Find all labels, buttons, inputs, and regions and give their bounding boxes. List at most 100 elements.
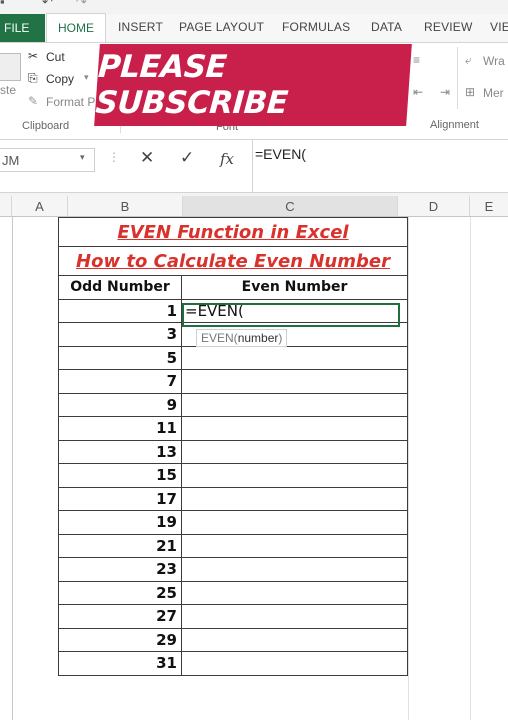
table-row: 31 — [58, 651, 408, 676]
even-number-cell[interactable] — [181, 580, 408, 605]
wrap-text-icon[interactable]: ⤶ — [465, 53, 472, 68]
cut-icon[interactable]: ✂ — [28, 49, 38, 63]
save-icon[interactable]: ▪ — [0, 0, 5, 9]
odd-number-cell[interactable]: 1 — [58, 298, 182, 323]
odd-number-cell[interactable]: 3 — [58, 322, 182, 347]
odd-number-cell[interactable]: 27 — [58, 604, 182, 629]
table-row: 21 — [58, 533, 408, 558]
gridline — [408, 217, 409, 720]
table-row: 23 — [58, 557, 408, 582]
paste-icon[interactable] — [0, 53, 21, 81]
wrap-text-button[interactable]: Wra — [483, 54, 505, 68]
alignment-group-label: Alignment — [430, 119, 479, 131]
paste-label[interactable]: ste — [0, 83, 16, 97]
column-header-b[interactable]: B — [68, 196, 183, 216]
odd-number-cell[interactable]: 25 — [58, 580, 182, 605]
clipboard-group-label: Clipboard — [22, 120, 70, 132]
even-number-cell[interactable]: =EVEN( — [181, 298, 408, 323]
ribbon-tab-bar: HOME INSERT PAGE LAYOUT FORMULAS DATA RE… — [0, 13, 508, 43]
subscribe-banner: PLEASE SUBSCRIBE — [94, 44, 412, 126]
odd-number-cell[interactable]: 21 — [58, 533, 182, 558]
odd-number-cell[interactable]: 19 — [58, 510, 182, 535]
sheet-title[interactable]: EVEN Function in Excel — [58, 217, 408, 247]
table-row: 11 — [58, 416, 408, 441]
worksheet[interactable]: EVEN Function in Excel How to Calculate … — [0, 217, 508, 720]
copy-dropdown-icon[interactable]: ▾ — [84, 72, 89, 83]
header-even-number[interactable]: Even Number — [181, 275, 408, 300]
enter-icon[interactable]: ✓ — [180, 148, 194, 168]
column-header-a[interactable]: A — [12, 196, 68, 216]
format-painter-icon[interactable]: ✎ — [28, 94, 38, 108]
copy-icon[interactable]: ⎘ — [28, 71, 38, 86]
header-odd-number[interactable]: Odd Number — [58, 275, 182, 300]
even-number-cell[interactable] — [181, 486, 408, 511]
table-row: 29 — [58, 627, 408, 652]
odd-number-cell[interactable]: 7 — [58, 369, 182, 394]
even-number-cell[interactable] — [181, 392, 408, 417]
tab-review[interactable]: REVIEW — [424, 20, 473, 34]
table-row: 1 =EVEN( — [58, 298, 408, 323]
odd-number-cell[interactable]: 23 — [58, 557, 182, 582]
format-painter-button[interactable]: Format P — [46, 95, 95, 109]
tooltip-close-paren: ) — [278, 331, 283, 345]
name-box-dropdown-icon[interactable]: ▾ — [80, 152, 85, 163]
even-number-cell[interactable] — [181, 627, 408, 652]
odd-number-cell[interactable]: 17 — [58, 486, 182, 511]
tab-insert[interactable]: INSERT — [118, 20, 163, 34]
data-table: EVEN Function in Excel How to Calculate … — [58, 217, 408, 676]
divider — [457, 47, 458, 109]
cancel-icon[interactable]: ✕ — [140, 148, 154, 168]
orientation-icon[interactable]: ≡ — [413, 53, 420, 67]
table-row: 9 — [58, 392, 408, 417]
grip-icon: ⋮ — [108, 150, 120, 164]
table-row: 5 — [58, 345, 408, 370]
even-number-cell[interactable] — [181, 510, 408, 535]
odd-number-cell[interactable]: 9 — [58, 392, 182, 417]
cut-button[interactable]: Cut — [46, 50, 65, 64]
even-number-cell[interactable] — [181, 604, 408, 629]
tab-data[interactable]: DATA — [371, 20, 402, 34]
redo-icon[interactable]: ↷ — [76, 0, 87, 10]
merge-icon[interactable]: ⊞ — [465, 85, 475, 99]
formula-bar: JM ▾ ⋮ ✕ ✓ fx =EVEN( — [0, 140, 508, 193]
odd-number-cell[interactable]: 31 — [58, 651, 182, 676]
table-row: 19 — [58, 510, 408, 535]
even-number-cell[interactable] — [181, 345, 408, 370]
even-number-cell[interactable] — [181, 439, 408, 464]
column-header-d[interactable]: D — [398, 196, 470, 216]
outdent-icon[interactable]: ⇥ — [440, 85, 450, 99]
undo-icon[interactable]: ↶ — [42, 0, 53, 10]
table-row: 27 — [58, 604, 408, 629]
header-row: Odd Number Even Number — [58, 275, 408, 300]
copy-button[interactable]: Copy — [46, 72, 74, 86]
indent-icon[interactable]: ⇤ — [413, 85, 423, 99]
insert-function-icon[interactable]: fx — [220, 150, 234, 168]
tab-home[interactable]: HOME — [46, 13, 106, 42]
even-number-cell[interactable] — [181, 463, 408, 488]
even-number-cell[interactable] — [181, 651, 408, 676]
merge-button[interactable]: Mer — [483, 86, 504, 100]
formula-input[interactable]: =EVEN( — [255, 146, 306, 162]
select-all-corner[interactable] — [0, 196, 12, 216]
column-header-c[interactable]: C — [183, 196, 398, 216]
divider — [252, 140, 253, 192]
odd-number-cell[interactable]: 5 — [58, 345, 182, 370]
tab-file[interactable]: FILE — [0, 14, 45, 42]
sheet-subtitle[interactable]: How to Calculate Even Number — [58, 246, 408, 276]
row-header-edge — [12, 217, 13, 720]
odd-number-cell[interactable]: 13 — [58, 439, 182, 464]
tab-page-layout[interactable]: PAGE LAYOUT — [179, 20, 264, 34]
even-number-cell[interactable] — [181, 369, 408, 394]
odd-number-cell[interactable]: 29 — [58, 627, 182, 652]
table-row: 13 — [58, 439, 408, 464]
tooltip-function: EVEN( — [201, 331, 238, 345]
column-header-e[interactable]: E — [470, 196, 508, 216]
tooltip-argument[interactable]: number — [238, 331, 279, 345]
even-number-cell[interactable] — [181, 533, 408, 558]
even-number-cell[interactable] — [181, 416, 408, 441]
odd-number-cell[interactable]: 15 — [58, 463, 182, 488]
even-number-cell[interactable] — [181, 557, 408, 582]
tab-formulas[interactable]: FORMULAS — [282, 20, 350, 34]
tab-view[interactable]: VIE — [490, 20, 508, 34]
odd-number-cell[interactable]: 11 — [58, 416, 182, 441]
